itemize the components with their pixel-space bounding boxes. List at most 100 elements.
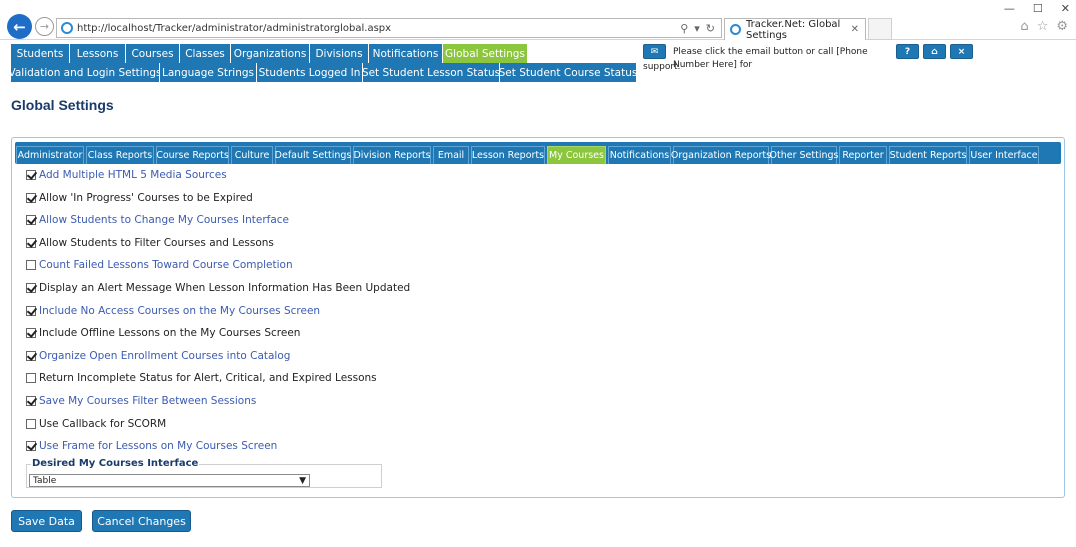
nav-notifications[interactable]: Notifications <box>369 44 443 63</box>
option-label[interactable]: Save My Courses Filter Between Sessions <box>39 395 256 407</box>
option-label[interactable]: Include No Access Courses on the My Cour… <box>39 305 320 317</box>
option-row[interactable]: Allow Students to Filter Courses and Les… <box>26 237 274 249</box>
nav-classes[interactable]: Classes <box>180 44 231 63</box>
minimize-icon[interactable]: — <box>1004 2 1015 15</box>
settings-sub-tabs: Administrator Class Reports Course Repor… <box>15 142 1061 164</box>
option-checkbox[interactable] <box>26 419 36 429</box>
ie-logo-icon <box>730 24 741 35</box>
option-checkbox[interactable] <box>26 328 36 338</box>
option-row[interactable]: Allow Students to Change My Courses Inte… <box>26 214 289 226</box>
support-message-tail: support. <box>643 62 681 72</box>
nav-set-student-lesson-status[interactable]: Set Student Lesson Status <box>362 63 500 82</box>
option-label[interactable]: Use Frame for Lessons on My Courses Scre… <box>39 440 277 452</box>
tab-notifications[interactable]: Notifications <box>608 146 671 164</box>
option-row[interactable]: Count Failed Lessons Toward Course Compl… <box>26 259 293 271</box>
nav-language-strings[interactable]: Language Strings <box>160 63 257 82</box>
option-row[interactable]: Include No Access Courses on the My Cour… <box>26 305 320 317</box>
tab-lesson-reports[interactable]: Lesson Reports <box>471 146 545 164</box>
ie-logo-icon <box>61 22 73 34</box>
nav-global-settings[interactable]: Global Settings <box>443 44 528 63</box>
interface-select-value: Table <box>33 475 57 486</box>
refresh-icon[interactable]: ↻ <box>706 22 715 35</box>
tab-my-courses[interactable]: My Courses <box>547 146 606 164</box>
tab-reporter[interactable]: Reporter <box>839 146 887 164</box>
option-label[interactable]: Allow Students to Change My Courses Inte… <box>39 214 289 226</box>
option-label: Allow Students to Filter Courses and Les… <box>39 237 274 249</box>
close-button[interactable]: × <box>950 44 973 59</box>
tab-culture[interactable]: Culture <box>231 146 273 164</box>
option-label: Use Callback for SCORM <box>39 418 167 430</box>
nav-students-logged-in[interactable]: Students Logged In <box>257 63 363 82</box>
forward-arrow-icon[interactable]: → <box>35 17 54 36</box>
cancel-changes-button[interactable]: Cancel Changes <box>92 510 191 532</box>
tab-organization-reports[interactable]: Organization Reports <box>671 146 771 164</box>
close-icon: × <box>957 46 966 57</box>
maximize-icon[interactable]: ☐ <box>1033 2 1043 15</box>
option-checkbox[interactable] <box>26 306 36 316</box>
browser-tab-global-settings[interactable]: Tracker.Net: Global Settings ✕ <box>724 18 866 41</box>
address-url[interactable]: http://localhost/Tracker/administrator/a… <box>77 23 680 34</box>
option-label[interactable]: Add Multiple HTML 5 Media Sources <box>39 169 227 181</box>
option-row[interactable]: Return Incomplete Status for Alert, Crit… <box>26 372 377 384</box>
home-button[interactable]: ⌂ <box>923 44 946 59</box>
back-arrow-icon[interactable]: ← <box>7 14 32 39</box>
option-checkbox[interactable] <box>26 441 36 451</box>
option-checkbox[interactable] <box>26 351 36 361</box>
tab-close-icon[interactable]: ✕ <box>851 24 859 35</box>
option-checkbox[interactable] <box>26 193 36 203</box>
option-checkbox[interactable] <box>26 396 36 406</box>
option-row[interactable]: Use Frame for Lessons on My Courses Scre… <box>26 440 277 452</box>
tab-division-reports[interactable]: Division Reports <box>353 146 431 164</box>
interface-fieldset: Desired My Courses Interface Table ▼ <box>26 458 382 488</box>
nav-divisions[interactable]: Divisions <box>310 44 369 63</box>
settings-gear-icon[interactable]: ⚙ <box>1056 19 1068 34</box>
option-label: Include Offline Lessons on the My Course… <box>39 327 301 339</box>
help-button[interactable]: ? <box>896 44 919 59</box>
nav-validation-login-settings[interactable]: Validation and Login Settings <box>9 63 162 82</box>
browser-chrome: ← → http://localhost/Tracker/administrat… <box>0 0 1076 41</box>
option-checkbox[interactable] <box>26 283 36 293</box>
tab-course-reports[interactable]: Course Reports <box>156 146 229 164</box>
option-checkbox[interactable] <box>26 238 36 248</box>
tab-administrator[interactable]: Administrator <box>16 146 84 164</box>
search-icon[interactable]: ⚲ <box>680 22 688 35</box>
home-icon[interactable]: ⌂ <box>1020 19 1028 34</box>
option-row[interactable]: Organize Open Enrollment Courses into Ca… <box>26 350 290 362</box>
email-button[interactable]: ✉ <box>643 44 666 59</box>
option-row[interactable]: Include Offline Lessons on the My Course… <box>26 327 300 339</box>
interface-legend: Desired My Courses Interface <box>31 458 200 469</box>
nav-organizations[interactable]: Organizations <box>231 44 310 63</box>
close-window-icon[interactable]: ✕ <box>1061 2 1070 15</box>
tab-student-reports[interactable]: Student Reports <box>889 146 967 164</box>
tab-email[interactable]: Email <box>433 146 469 164</box>
nav-set-student-course-status[interactable]: Set Student Course Status <box>499 63 637 82</box>
address-bar[interactable]: http://localhost/Tracker/administrator/a… <box>56 18 722 38</box>
option-label[interactable]: Count Failed Lessons Toward Course Compl… <box>39 259 293 271</box>
envelope-icon: ✉ <box>650 46 659 57</box>
option-row[interactable]: Add Multiple HTML 5 Media Sources <box>26 169 227 181</box>
option-row[interactable]: Use Callback for SCORM <box>26 418 166 430</box>
favorites-star-icon[interactable]: ☆ <box>1037 19 1049 34</box>
tab-default-settings[interactable]: Default Settings <box>275 146 351 164</box>
option-row[interactable]: Allow 'In Progress' Courses to be Expire… <box>26 192 253 204</box>
nav-courses[interactable]: Courses <box>126 44 180 63</box>
nav-students[interactable]: Students <box>11 44 70 63</box>
tab-other-settings[interactable]: Other Settings <box>770 146 838 164</box>
option-label: Allow 'In Progress' Courses to be Expire… <box>39 192 253 204</box>
option-label[interactable]: Organize Open Enrollment Courses into Ca… <box>39 350 290 362</box>
dropdown-arrow-icon[interactable]: ▾ <box>694 22 700 35</box>
option-checkbox[interactable] <box>26 215 36 225</box>
nav-lessons[interactable]: Lessons <box>70 44 126 63</box>
tab-user-interface[interactable]: User Interface <box>969 146 1039 164</box>
interface-select[interactable]: Table ▼ <box>29 474 310 487</box>
tab-class-reports[interactable]: Class Reports <box>86 146 154 164</box>
new-tab-button[interactable] <box>868 18 892 40</box>
option-checkbox[interactable] <box>26 373 36 383</box>
question-icon: ? <box>904 46 911 57</box>
option-row[interactable]: Save My Courses Filter Between Sessions <box>26 395 256 407</box>
option-checkbox[interactable] <box>26 170 36 180</box>
save-data-button[interactable]: Save Data <box>11 510 82 532</box>
main-nav-row-1: Students Lessons Courses Classes Organiz… <box>11 44 528 63</box>
option-checkbox[interactable] <box>26 260 36 270</box>
option-row[interactable]: Display an Alert Message When Lesson Inf… <box>26 282 410 294</box>
